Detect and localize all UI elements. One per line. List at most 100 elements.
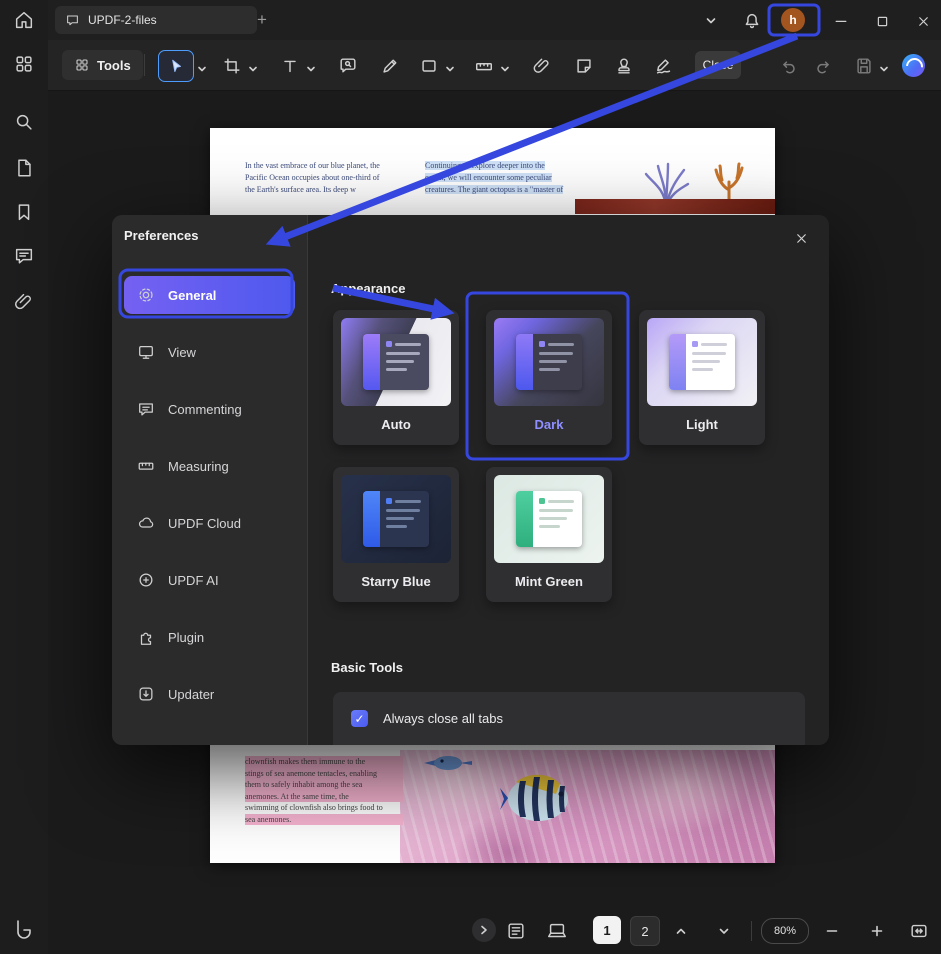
- pref-nav-commenting-label: Commenting: [168, 402, 242, 417]
- theme-label-auto: Auto: [333, 406, 459, 444]
- crop-tool-chevron-icon[interactable]: [248, 61, 258, 71]
- cursor-icon: [167, 57, 185, 75]
- always-close-tabs-row[interactable]: ✓ Always close all tabs: [333, 692, 805, 745]
- close-window-button[interactable]: [910, 8, 936, 34]
- document-tab[interactable]: UPDF-2-files: [55, 6, 257, 34]
- attachment-icon[interactable]: [12, 290, 36, 314]
- bookmark-icon[interactable]: [12, 200, 36, 224]
- previous-page-chevron-icon[interactable]: [669, 919, 693, 943]
- theme-preview-light: [647, 318, 757, 406]
- gear-icon: [137, 286, 155, 304]
- theme-label-mint-green: Mint Green: [486, 563, 612, 601]
- text-tool-chevron-icon[interactable]: [306, 61, 316, 71]
- page1-column1: In the vast embrace of our blue planet, …: [245, 160, 397, 196]
- measure-tool-icon[interactable]: [472, 54, 496, 78]
- new-tab-button[interactable]: +: [248, 6, 276, 34]
- small-fish-image: [422, 750, 472, 776]
- expand-panel-button[interactable]: [472, 918, 496, 942]
- theme-preview-dark: [494, 318, 604, 406]
- theme-preview-mint-green: [494, 475, 604, 563]
- pref-nav-updater[interactable]: Updater: [124, 675, 295, 713]
- theme-card-dark[interactable]: Dark: [486, 310, 612, 445]
- reading-mode-icon[interactable]: [545, 919, 569, 943]
- pref-nav-plugin[interactable]: Plugin: [124, 618, 295, 656]
- theme-preview-starry-blue: [341, 475, 451, 563]
- preferences-dialog: Appearance Auto Dark: [112, 215, 828, 745]
- measure-tool-chevron-icon[interactable]: [500, 61, 510, 71]
- pref-nav-plugin-label: Plugin: [168, 630, 204, 645]
- shape-tool-chevron-icon[interactable]: [445, 61, 455, 71]
- theme-card-light[interactable]: Light: [639, 310, 765, 445]
- user-avatar[interactable]: h: [781, 8, 805, 32]
- signature-tool-icon[interactable]: [652, 54, 676, 78]
- text-tool-icon[interactable]: [278, 54, 302, 78]
- pref-nav-updf-cloud[interactable]: UPDF Cloud: [124, 504, 295, 542]
- main-toolbar: Tools: [48, 40, 941, 91]
- pref-nav-updf-cloud-label: UPDF Cloud: [168, 516, 241, 531]
- page-thumbnails-icon[interactable]: [504, 919, 528, 943]
- home-icon[interactable]: [12, 8, 36, 32]
- theme-card-auto[interactable]: Auto: [333, 310, 459, 445]
- maximize-button[interactable]: [869, 8, 895, 34]
- pref-nav-commenting[interactable]: Commenting: [124, 390, 295, 428]
- zoom-in-icon[interactable]: [865, 919, 889, 943]
- monitor-icon: [137, 343, 155, 361]
- statusbar-divider: [751, 921, 752, 941]
- pref-nav-measuring[interactable]: Measuring: [124, 447, 295, 485]
- always-close-tabs-checkbox[interactable]: ✓: [351, 710, 368, 727]
- updf-logo-icon: [12, 918, 36, 942]
- sticker-tool-icon[interactable]: [572, 54, 596, 78]
- pen-tool-icon[interactable]: [378, 54, 402, 78]
- select-tool-chevron-icon[interactable]: [197, 61, 207, 71]
- left-sidebar: [0, 0, 48, 954]
- minimize-button[interactable]: [828, 8, 854, 34]
- save-icon[interactable]: [852, 54, 876, 78]
- workspace-grid-icon[interactable]: [12, 52, 36, 76]
- stamp-tool-icon[interactable]: [612, 54, 636, 78]
- pref-nav-general-label: General: [168, 288, 216, 303]
- select-tool-button[interactable]: [158, 50, 194, 82]
- puzzle-icon: [137, 628, 155, 646]
- zoom-out-icon[interactable]: [820, 919, 844, 943]
- close-tools-button[interactable]: Close: [695, 51, 741, 79]
- crop-tool-icon[interactable]: [220, 54, 244, 78]
- comment-icon[interactable]: [12, 244, 36, 268]
- pref-nav-updf-ai-label: UPDF AI: [168, 573, 219, 588]
- tools-button[interactable]: Tools: [62, 50, 143, 80]
- document-icon[interactable]: [12, 156, 36, 180]
- pref-nav-general[interactable]: General: [124, 276, 295, 314]
- next-page-chevron-icon[interactable]: [712, 919, 736, 943]
- close-tools-label: Close: [703, 58, 734, 72]
- search-icon[interactable]: [12, 110, 36, 134]
- theme-card-starry-blue[interactable]: Starry Blue: [333, 467, 459, 602]
- comment-search-tool-icon[interactable]: [336, 54, 360, 78]
- zoom-level[interactable]: 80%: [761, 918, 809, 944]
- ruler-icon: [137, 457, 155, 475]
- updf-ai-button[interactable]: [902, 54, 925, 77]
- updater-icon: [137, 685, 155, 703]
- fish-image: [498, 768, 576, 830]
- page-number-next[interactable]: 2: [630, 916, 660, 946]
- basic-tools-heading: Basic Tools: [331, 660, 403, 675]
- tab-file-icon: [65, 13, 80, 28]
- shape-tool-icon[interactable]: [417, 54, 441, 78]
- comment-bubble-icon: [137, 400, 155, 418]
- theme-card-mint-green[interactable]: Mint Green: [486, 467, 612, 602]
- fit-page-icon[interactable]: [907, 919, 931, 943]
- notifications-bell-icon[interactable]: [739, 8, 765, 34]
- page-number-current[interactable]: 1: [593, 916, 621, 944]
- attach-tool-icon[interactable]: [530, 54, 554, 78]
- redo-icon[interactable]: [812, 54, 836, 78]
- theme-label-dark: Dark: [486, 406, 612, 444]
- pref-nav-view-label: View: [168, 345, 196, 360]
- pref-nav-measuring-label: Measuring: [168, 459, 229, 474]
- save-chevron-icon[interactable]: [879, 61, 889, 71]
- always-close-tabs-label: Always close all tabs: [383, 711, 503, 726]
- avatar-letter: h: [789, 13, 796, 27]
- titlebar-chevron-down-icon[interactable]: [698, 8, 724, 34]
- pref-nav-updf-ai[interactable]: UPDF AI: [124, 561, 295, 599]
- titlebar: UPDF-2-files + h: [48, 0, 941, 40]
- undo-icon[interactable]: [776, 54, 800, 78]
- dialog-close-icon[interactable]: [790, 227, 812, 249]
- pref-nav-view[interactable]: View: [124, 333, 295, 371]
